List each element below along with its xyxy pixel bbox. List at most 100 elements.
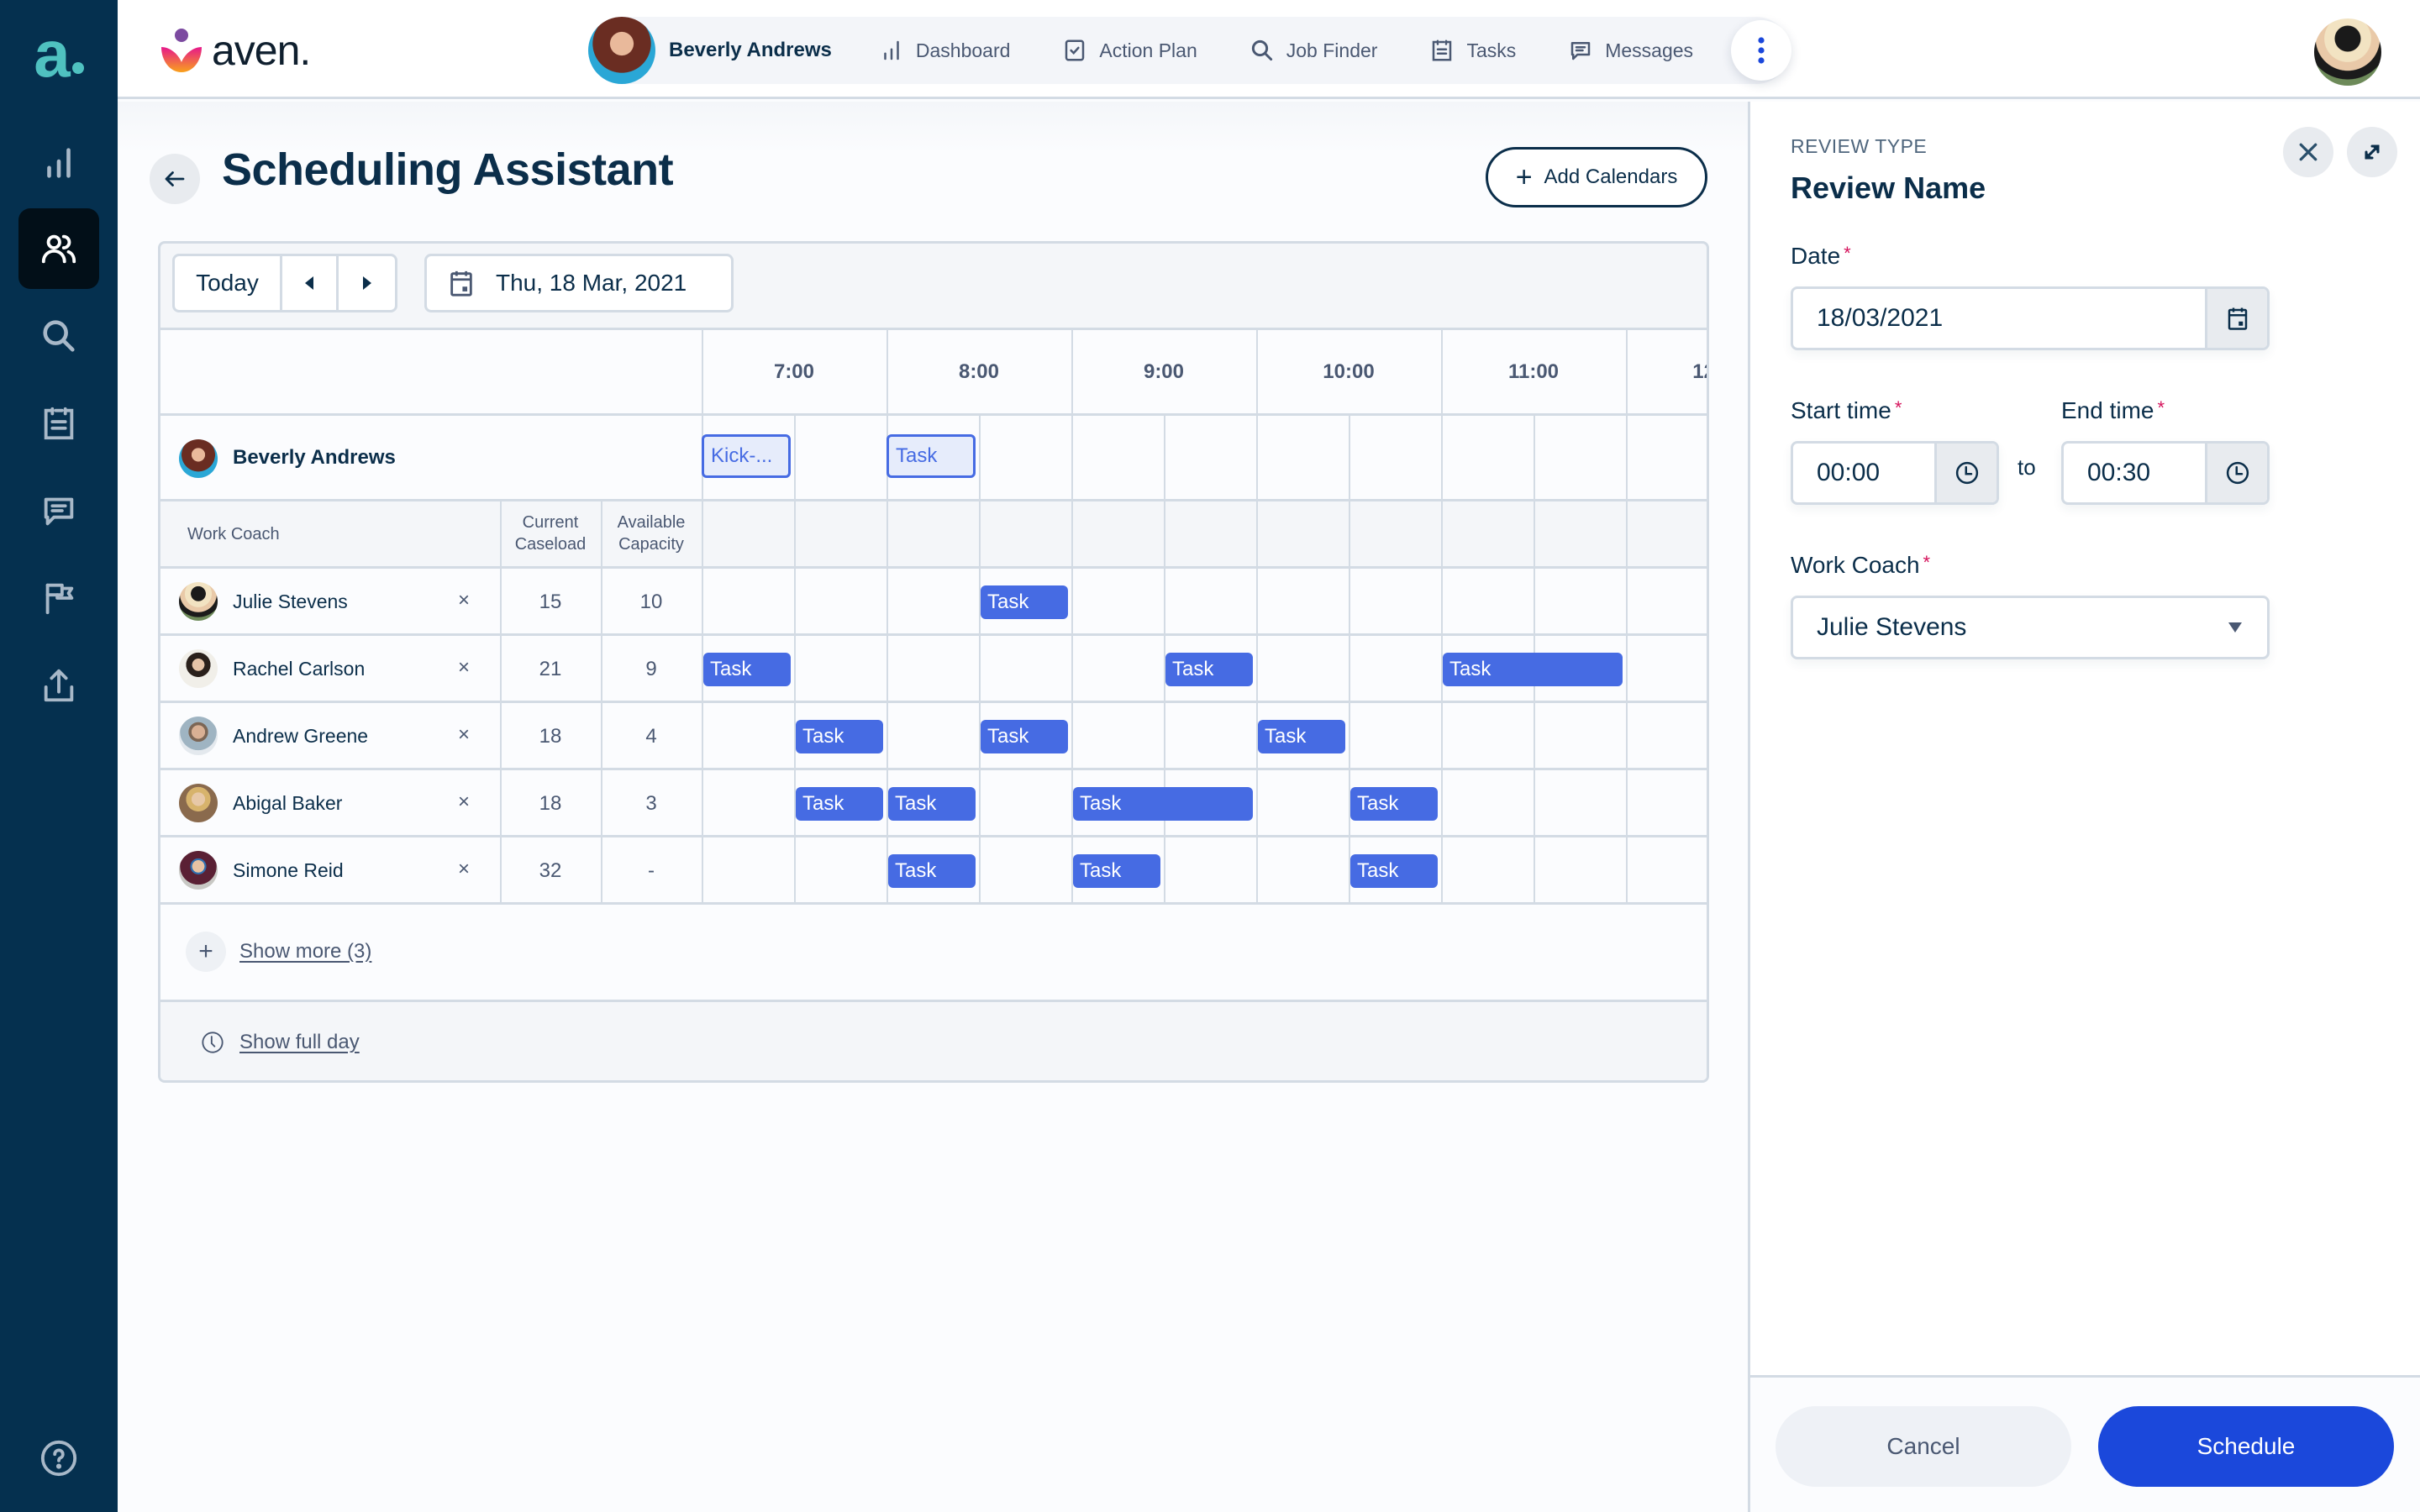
date-field[interactable]: 18/03/2021 bbox=[1791, 286, 2270, 350]
task-event[interactable]: Task bbox=[981, 720, 1068, 753]
nav-tasks[interactable]: Tasks bbox=[1429, 38, 1516, 63]
hour-gridline bbox=[702, 501, 703, 566]
show-more-button[interactable]: + Show more (3) bbox=[186, 932, 371, 972]
end-time-field[interactable]: 00:30 bbox=[2061, 441, 2270, 505]
task-event[interactable]: Task bbox=[888, 854, 976, 888]
sidebar-item-people[interactable] bbox=[18, 208, 99, 289]
client-name: Beverly Andrews bbox=[233, 446, 396, 469]
hour-gridline bbox=[1071, 636, 1073, 701]
work-coach-label-text: Work Coach bbox=[1791, 552, 1920, 578]
half-hour-gridline bbox=[1349, 703, 1350, 768]
page-title: Scheduling Assistant bbox=[222, 144, 674, 195]
start-time-label-text: Start time bbox=[1791, 397, 1891, 423]
previous-day-button[interactable] bbox=[282, 256, 339, 310]
client-nav: Beverly Andrews Dashboard Action Plan Jo… bbox=[588, 17, 1791, 84]
start-time-field[interactable]: 00:00 bbox=[1791, 441, 1999, 505]
show-more-label[interactable]: Show more (3) bbox=[239, 940, 371, 963]
hour-gridline bbox=[1441, 703, 1443, 768]
next-day-button[interactable] bbox=[339, 256, 395, 310]
review-name: Review Name bbox=[1791, 171, 1986, 205]
task-event[interactable]: Task bbox=[1073, 787, 1253, 821]
plus-icon: + bbox=[186, 932, 226, 972]
hour-gridline bbox=[1441, 569, 1443, 633]
end-time-label-text: End time bbox=[2061, 397, 2154, 423]
cancel-button[interactable]: Cancel bbox=[1776, 1406, 2071, 1487]
task-event[interactable]: Task bbox=[703, 653, 791, 686]
half-hour-gridline bbox=[979, 416, 981, 499]
sidebar-item-messages[interactable] bbox=[18, 470, 99, 551]
show-full-day-row: Show full day bbox=[160, 1000, 1707, 1080]
back-button[interactable] bbox=[150, 154, 200, 204]
half-hour-gridline bbox=[1349, 636, 1350, 701]
half-hour-gridline bbox=[1164, 837, 1165, 902]
hour-gridline bbox=[1626, 569, 1628, 633]
hour-gridline bbox=[1071, 501, 1073, 566]
work-coach-select[interactable]: Julie Stevens bbox=[1791, 596, 2270, 659]
start-time-picker-button[interactable] bbox=[1934, 444, 1996, 502]
app-logo[interactable]: a bbox=[24, 18, 94, 89]
client-event[interactable]: Task bbox=[886, 434, 976, 478]
remove-coach-button[interactable]: × bbox=[458, 589, 470, 612]
task-event[interactable]: Task bbox=[981, 585, 1068, 619]
task-event[interactable]: Task bbox=[796, 787, 883, 821]
available-capacity: 9 bbox=[645, 658, 657, 680]
add-calendars-button[interactable]: + Add Calendars bbox=[1486, 147, 1707, 207]
sidebar-item-tasks[interactable] bbox=[18, 383, 99, 464]
show-full-day-label[interactable]: Show full day bbox=[239, 1031, 360, 1054]
available-capacity: - bbox=[648, 859, 655, 882]
show-full-day-button[interactable]: Show full day bbox=[201, 1031, 360, 1054]
half-hour-gridline bbox=[794, 837, 796, 902]
hour-gridline bbox=[1071, 416, 1073, 499]
half-hour-gridline bbox=[1534, 703, 1535, 768]
coach-avatar bbox=[179, 784, 218, 822]
nav-job-finder[interactable]: Job Finder bbox=[1249, 38, 1377, 63]
task-event[interactable]: Task bbox=[1350, 854, 1438, 888]
work-coach-label: Work Coach * bbox=[1791, 552, 1930, 579]
more-menu-button[interactable] bbox=[1731, 20, 1791, 81]
arrow-left-icon bbox=[165, 171, 185, 186]
hour-gridline bbox=[1256, 770, 1258, 835]
today-button[interactable]: Today bbox=[175, 256, 283, 310]
nav-dashboard[interactable]: Dashboard bbox=[879, 38, 1010, 63]
sidebar-item-upload[interactable] bbox=[18, 645, 99, 726]
hour-gridline bbox=[1256, 501, 1258, 566]
start-time-input[interactable]: 00:00 bbox=[1793, 444, 1934, 502]
hour-label: 9:00 bbox=[1143, 360, 1185, 383]
task-event[interactable]: Task bbox=[1443, 653, 1623, 686]
schedule-button[interactable]: Schedule bbox=[2098, 1406, 2394, 1487]
start-time-label: Start time * bbox=[1791, 397, 1902, 424]
user-avatar[interactable] bbox=[2314, 18, 2381, 86]
date-picker[interactable]: Thu, 18 Mar, 2021 bbox=[424, 254, 734, 312]
date-input[interactable]: 18/03/2021 bbox=[1793, 289, 2205, 348]
coach-avatar bbox=[179, 582, 218, 621]
end-time-input[interactable]: 00:30 bbox=[2064, 444, 2205, 502]
review-type-label: REVIEW TYPE bbox=[1791, 135, 1928, 157]
date-picker-button[interactable] bbox=[2205, 289, 2267, 348]
hour-label: 11:00 bbox=[1507, 360, 1560, 383]
help-button[interactable] bbox=[18, 1418, 99, 1499]
task-event[interactable]: Task bbox=[1165, 653, 1253, 686]
nav-action-plan[interactable]: Action Plan bbox=[1062, 38, 1197, 63]
task-event[interactable]: Task bbox=[1350, 787, 1438, 821]
close-panel-button[interactable] bbox=[2283, 127, 2333, 177]
client-event[interactable]: Kick-... bbox=[702, 434, 791, 478]
sidebar-item-dashboard[interactable] bbox=[18, 123, 99, 203]
client-avatar[interactable] bbox=[588, 17, 655, 84]
expand-panel-button[interactable] bbox=[2347, 127, 2397, 177]
hour-gridline bbox=[1071, 569, 1073, 633]
remove-coach-button[interactable]: × bbox=[458, 858, 470, 881]
half-hour-gridline bbox=[1534, 837, 1535, 902]
remove-coach-button[interactable]: × bbox=[458, 656, 470, 680]
task-event[interactable]: Task bbox=[1073, 854, 1160, 888]
end-time-picker-button[interactable] bbox=[2205, 444, 2267, 502]
remove-coach-button[interactable]: × bbox=[458, 790, 470, 814]
task-event[interactable]: Task bbox=[796, 720, 883, 753]
sidebar-item-search[interactable] bbox=[18, 296, 99, 376]
client-name[interactable]: Beverly Andrews bbox=[669, 39, 832, 62]
brand[interactable]: aven. bbox=[156, 25, 311, 76]
task-event[interactable]: Task bbox=[888, 787, 976, 821]
task-event[interactable]: Task bbox=[1258, 720, 1345, 753]
remove-coach-button[interactable]: × bbox=[458, 723, 470, 747]
nav-messages[interactable]: Messages bbox=[1568, 38, 1693, 63]
sidebar-item-goals[interactable] bbox=[18, 558, 99, 638]
